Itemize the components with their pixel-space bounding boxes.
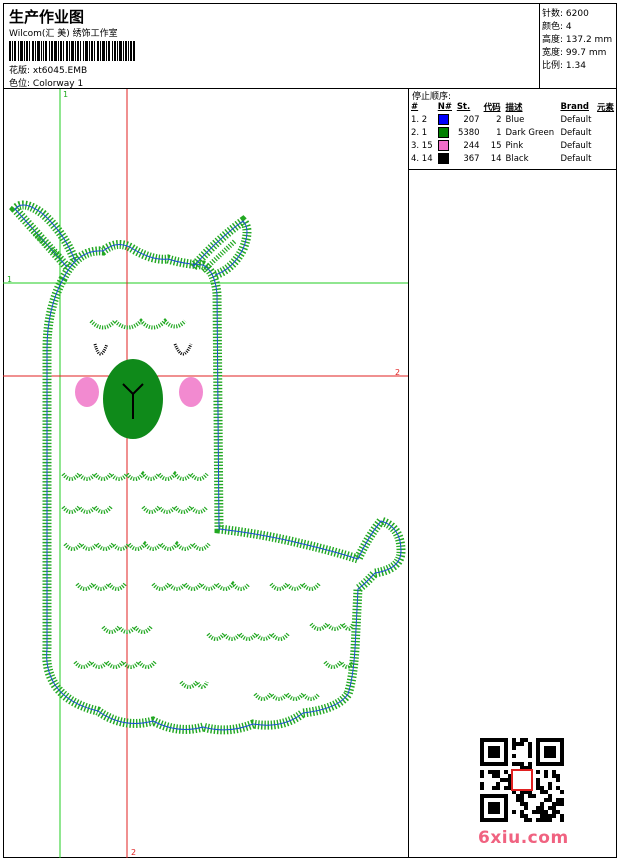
cell-brand: Default	[560, 114, 592, 125]
color-swatch	[437, 114, 449, 125]
right-eye	[173, 343, 193, 356]
llama-design: 1 1 2 2	[3, 89, 408, 858]
cell-element	[595, 126, 617, 139]
guide-label-h1: 1	[7, 275, 12, 284]
cell-desc: Black	[505, 153, 529, 164]
cell-swatch	[436, 152, 455, 165]
col-st: St.	[456, 102, 471, 112]
table-row: 1. 2 207 2 Blue Default	[409, 113, 617, 126]
stat-colors: 颜色: 4	[542, 22, 572, 32]
cell-st: 5380	[457, 127, 480, 138]
right-cheek	[179, 377, 203, 407]
stat-height: 高度: 137.2 mm	[542, 35, 613, 45]
cell-num: 3. 15	[411, 140, 433, 151]
cell-swatch	[436, 139, 455, 152]
table-header-row: # N# St. 代码 描述 Brand 元素	[409, 101, 617, 113]
cell-st: 244	[463, 140, 480, 151]
pattern-label: 花版:	[9, 66, 31, 76]
cell-element	[595, 139, 617, 152]
llama-outline	[9, 200, 406, 735]
cell-brand: Default	[560, 127, 592, 138]
header-info: 生产作业图 Wilcom(汇 美) 绣饰工作室 花版: xt6045.EMB 色…	[3, 3, 540, 89]
col-code: 代码	[483, 103, 501, 113]
col-element: 元素	[597, 103, 615, 113]
pattern-value: xt6045.EMB	[32, 66, 88, 76]
cell-code: 1	[496, 127, 502, 138]
color-swatch	[437, 153, 449, 164]
guide-label-v1: 1	[63, 90, 68, 99]
cell-code: 15	[490, 140, 502, 151]
col-desc: 描述	[505, 103, 523, 113]
cell-swatch	[436, 113, 455, 126]
cell-st: 207	[463, 114, 480, 125]
right-ear	[189, 215, 252, 280]
page-title: 生产作业图	[9, 8, 85, 26]
design-canvas[interactable]: 1 1 2 2	[3, 89, 408, 858]
cell-swatch	[436, 126, 455, 139]
left-ear	[9, 200, 80, 271]
color-swatch	[437, 140, 449, 151]
cell-num: 2. 1	[411, 127, 428, 138]
stop-sequence-table: # N# St. 代码 描述 Brand 元素 1. 2 207 2 Blue Defa…	[409, 101, 617, 165]
cell-element	[595, 152, 617, 165]
stat-stitches: 针数: 6200	[542, 9, 589, 19]
col-n: N#	[437, 102, 453, 112]
pattern-row: 花版: xt6045.EMB	[9, 63, 87, 76]
cell-st: 367	[463, 153, 480, 164]
stat-width: 宽度: 99.7 mm	[542, 48, 607, 58]
studio-subtitle: Wilcom(汇 美) 绣饰工作室	[9, 29, 118, 39]
llama-face	[75, 318, 203, 439]
stop-sequence-box: 停止顺序: # N# St. 代码 描述 Brand 元素 1. 2 207 2 Bl…	[409, 89, 617, 170]
cell-desc: Pink	[505, 140, 524, 151]
table-row: 2. 1 5380 1 Dark Green Default	[409, 126, 617, 139]
cell-brand: Default	[560, 153, 592, 164]
color-swatch	[437, 127, 449, 138]
cell-num: 4. 14	[411, 153, 433, 164]
cell-desc: Blue	[505, 114, 525, 125]
guide-label-v2: 2	[131, 848, 136, 857]
cell-code: 2	[496, 114, 502, 125]
guide-label-h2: 2	[395, 368, 400, 377]
stat-scale: 比例: 1.34	[542, 61, 586, 71]
barcode	[9, 41, 135, 61]
watermark-logo: 6xiu.com	[478, 828, 569, 848]
fringe	[89, 318, 187, 330]
cell-desc: Dark Green	[505, 127, 555, 138]
colorway-row: 色位: Colorway 1	[9, 76, 83, 89]
stats-panel: 针数: 6200 颜色: 4 高度: 137.2 mm 宽度: 99.7 mm …	[540, 3, 617, 89]
qr-center-seal	[511, 769, 533, 791]
table-row: 3. 15 244 15 Pink Default	[409, 139, 617, 152]
cell-code: 14	[490, 153, 502, 164]
colorway-value: Colorway 1	[32, 79, 84, 89]
cell-num: 1. 2	[411, 114, 428, 125]
outline-run	[46, 244, 402, 731]
outline-satin	[42, 240, 406, 735]
qr-code	[480, 738, 564, 822]
colorway-label: 色位:	[9, 79, 31, 89]
col-num: #	[411, 102, 419, 112]
cell-brand: Default	[560, 140, 592, 151]
left-cheek	[75, 377, 99, 407]
fur-curls	[61, 470, 355, 701]
cell-element	[595, 113, 617, 126]
col-brand: Brand	[560, 102, 589, 112]
table-row: 4. 14 367 14 Black Default	[409, 152, 617, 165]
left-eye	[93, 343, 109, 356]
